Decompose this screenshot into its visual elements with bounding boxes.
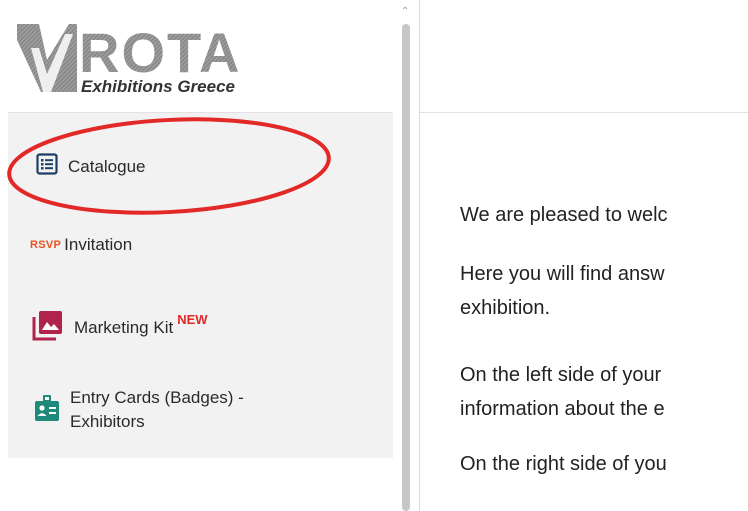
sidebar-item-label-line1: Entry Cards (Badges) - — [70, 388, 244, 407]
sidebar-item-invitation[interactable]: RSVP Invitation — [30, 233, 132, 257]
panel-divider — [419, 0, 420, 511]
main-header-border — [420, 112, 748, 113]
scroll-up-arrow-icon[interactable]: ⌃ — [401, 6, 409, 17]
new-badge: NEW — [177, 312, 208, 327]
sidebar-item-marketing-kit[interactable]: Marketing Kit NEW — [32, 309, 208, 346]
rota-logo[interactable]: ROTA Exhibitions Greece — [17, 20, 297, 100]
left-side-line2: information about the e — [460, 398, 665, 420]
answers-paragraph: Here you will find answ exhibition. — [460, 257, 665, 325]
sidebar-item-label: Catalogue — [68, 156, 146, 176]
rsvp-badge: RSVP — [30, 239, 62, 251]
rota-logo-graphic: ROTA Exhibitions Greece — [17, 21, 242, 96]
sidebar-item-entry-cards[interactable]: Entry Cards (Badges) - Exhibitors — [34, 386, 244, 434]
sidebar-nav: Catalogue RSVP Invitation Marketing Kit … — [8, 112, 393, 458]
sidebar: ROTA Exhibitions Greece Catalogue RSVP I… — [0, 0, 393, 511]
sidebar-item-label-line2: Exhibitors — [70, 412, 145, 431]
logo-subtitle: Exhibitions Greece — [81, 77, 235, 96]
badge-icon — [34, 394, 60, 427]
sidebar-item-catalogue[interactable]: Catalogue — [36, 153, 146, 180]
left-side-paragraph: On the left side of your information abo… — [460, 358, 665, 426]
sidebar-item-label: Marketing Kit — [74, 317, 174, 337]
answers-line1: Here you will find answ — [460, 263, 665, 285]
welcome-paragraph: We are pleased to welc — [460, 204, 668, 226]
list-icon — [36, 153, 58, 180]
logo-brand: ROTA — [79, 21, 242, 84]
image-gallery-icon — [32, 309, 64, 346]
answers-line2: exhibition. — [460, 297, 551, 319]
left-side-line1: On the left side of your — [460, 364, 662, 386]
right-side-paragraph: On the right side of you — [460, 453, 667, 475]
scroll-thumb[interactable] — [402, 24, 410, 511]
sidebar-item-label: Entry Cards (Badges) - Exhibitors — [70, 386, 244, 434]
sidebar-item-label: Invitation — [64, 235, 133, 254]
sidebar-scrollbar[interactable]: ⌃ — [399, 0, 413, 511]
